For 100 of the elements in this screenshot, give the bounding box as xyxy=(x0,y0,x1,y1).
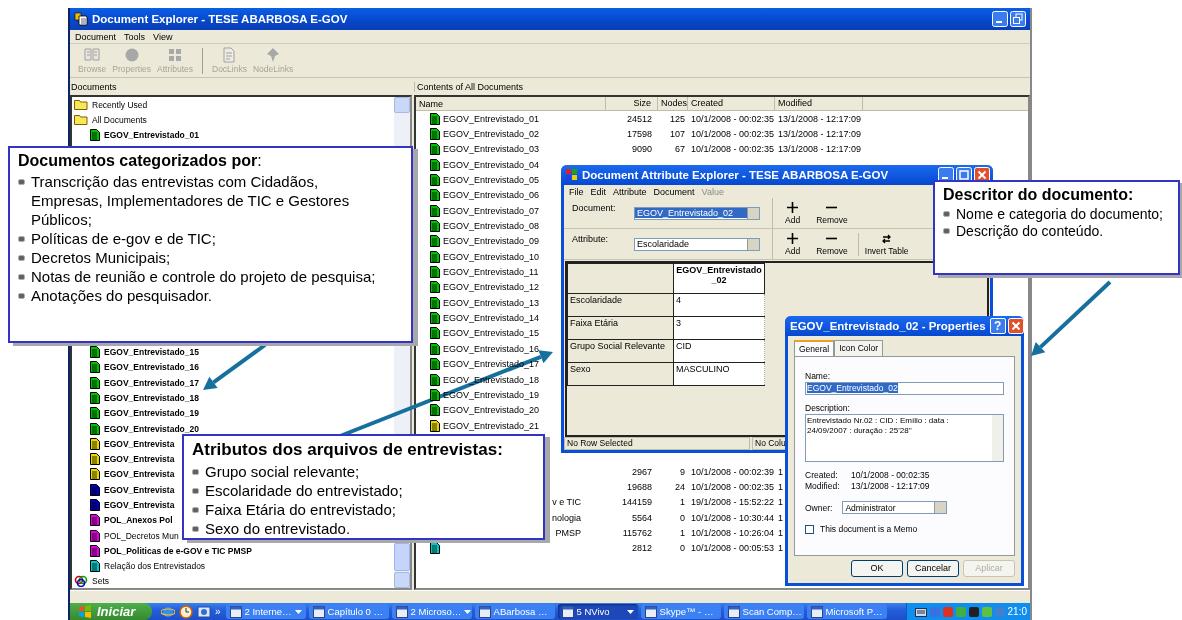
menu-item[interactable]: Document xyxy=(653,186,695,197)
tree-item[interactable]: EGOV_Entrevistado_15 xyxy=(104,347,199,358)
table-cell: v e TIC xyxy=(552,497,581,508)
taskbar-button[interactable]: ABarbosa … xyxy=(474,604,555,619)
keyboard-icon[interactable] xyxy=(914,606,927,617)
field-label: Modified: xyxy=(805,481,841,491)
column-header[interactable]: Size xyxy=(606,97,658,110)
name-field[interactable]: EGOV_Entrevistado_02 xyxy=(805,382,1004,395)
tree-item[interactable]: EGOV_Entrevista xyxy=(104,454,175,465)
dialog-button[interactable]: Cancelar xyxy=(907,560,959,577)
tree-item[interactable]: EGOV_Entrevista xyxy=(104,438,175,449)
window-icon[interactable] xyxy=(197,604,211,619)
taskbar-button[interactable]: Skype™ - … xyxy=(640,604,721,619)
close-button[interactable] xyxy=(1007,318,1024,334)
bullet-icon xyxy=(18,179,25,185)
tree-item[interactable]: Relação dos Entrevistados xyxy=(104,561,206,572)
minimize-button[interactable] xyxy=(992,11,1008,27)
column-header[interactable]: Modified xyxy=(775,97,863,110)
table-cell: 1 xyxy=(680,497,685,508)
tree-item[interactable]: POL_Decretos Mun xyxy=(104,530,179,541)
taskbar-button[interactable]: Microsoft P… xyxy=(806,604,887,619)
window-icon xyxy=(810,605,823,618)
tree-item[interactable]: EGOV_Entrevistado_17 xyxy=(104,377,199,388)
row-header[interactable]: Grupo Social Relevante xyxy=(567,339,674,363)
checkbox[interactable] xyxy=(805,524,814,534)
table-cell: EGOV_Entrevistado_19 xyxy=(443,389,540,400)
bullet-icon xyxy=(192,507,199,513)
globe-icon[interactable] xyxy=(161,604,175,619)
add-button[interactable]: Add xyxy=(779,232,807,256)
tree-item[interactable]: POL_Anexos Pol xyxy=(104,515,173,526)
callout-text: Decretos Municipais; xyxy=(31,248,171,267)
table-cell: EGOV_Entrevistado_04 xyxy=(443,159,540,170)
restore-button[interactable] xyxy=(1010,11,1026,27)
table-cell: 1 xyxy=(680,527,685,538)
overflow-button[interactable]: » xyxy=(215,606,221,617)
tree-item[interactable]: EGOV_Entrevistado_19 xyxy=(104,408,199,419)
menu-item[interactable]: File xyxy=(569,186,584,197)
table-cell: 9 xyxy=(680,466,685,477)
taskbar-button[interactable]: Capítulo 0 … xyxy=(308,604,389,619)
tree-item[interactable]: EGOV_Entrevista xyxy=(104,484,175,495)
taskbar-button[interactable]: Scan Comp… xyxy=(723,604,804,619)
bullet-icon xyxy=(192,488,199,494)
callout-title: Atributos dos arquivos de entrevistas: xyxy=(192,440,504,460)
row-header[interactable]: Escolaridade xyxy=(567,293,674,317)
table-cell: 24512 xyxy=(626,113,652,124)
column-header[interactable]: Nodes xyxy=(658,97,688,110)
tree-item[interactable]: EGOV_Entrevistado_01 xyxy=(104,130,199,141)
table-cell: 115762 xyxy=(622,527,652,538)
tab[interactable]: Icon Color xyxy=(834,340,883,356)
taskbar-button[interactable]: 2 Interne… xyxy=(225,604,306,619)
row-header[interactable]: Sexo xyxy=(567,362,674,386)
tree-item[interactable]: Recently Used xyxy=(92,99,148,110)
sets-icon xyxy=(74,575,88,588)
tree-item[interactable]: EGOV_Entrevistado_16 xyxy=(104,362,199,373)
tree-item[interactable]: EGOV_Entrevista xyxy=(104,469,175,480)
table-cell: 1 xyxy=(778,466,783,477)
tree-item[interactable]: EGOV_Entrevistado_18 xyxy=(104,392,199,403)
clock-icon[interactable] xyxy=(179,604,193,619)
menu-item[interactable]: View xyxy=(153,31,173,42)
menu-item[interactable]: Document xyxy=(75,31,117,42)
invert-table-button[interactable]: Invert Table xyxy=(857,232,915,256)
owner-dropdown[interactable]: Administrator xyxy=(842,501,948,514)
callout-text: Sexo do entrevistado. xyxy=(205,519,351,538)
callout-text: Grupo social relevante; xyxy=(205,462,360,481)
scroll-thumb[interactable] xyxy=(394,543,410,571)
table-cell: 17598 xyxy=(626,129,652,139)
tray-icon[interactable] xyxy=(968,606,979,617)
checkbox-label[interactable]: This document is a Memo xyxy=(820,524,918,534)
remove-button[interactable]: Remove xyxy=(810,232,854,256)
window-title: EGOV_Entrevistado_02 - Properties xyxy=(790,320,986,332)
tree-item[interactable]: All Documents xyxy=(92,114,147,125)
tree-item[interactable]: EGOV_Entrevista xyxy=(104,500,175,510)
table-cell: 1 xyxy=(778,543,783,554)
table-cell: 10/1/2008 - 00:02:35 xyxy=(691,481,775,492)
tree-item[interactable]: Sets xyxy=(92,576,109,587)
table-cell: 10/1/2008 - 00:02:35 xyxy=(691,129,775,139)
menu-item[interactable]: Tools xyxy=(124,31,146,42)
start-button[interactable]: Iniciar xyxy=(70,603,152,620)
window-title: Document Explorer - TESE ABARBOSA E-GOV xyxy=(92,13,348,25)
combo-box[interactable]: Escolaridade xyxy=(634,237,760,251)
add-button[interactable]: Add xyxy=(779,201,807,225)
help-button[interactable]: ? xyxy=(989,318,1006,334)
tree-item[interactable]: POL_Politicas de e-GOV e TIC PMSP xyxy=(104,545,252,556)
book-icon xyxy=(84,47,101,63)
column-header[interactable]: EGOV_Entrevistado_02 xyxy=(673,263,765,294)
taskbar-button[interactable]: 2 Microso… xyxy=(391,604,472,619)
menu-item[interactable]: Attribute xyxy=(613,186,647,197)
tab[interactable]: General xyxy=(794,340,835,356)
table-cell: 13/1/2008 - 12:17:09 xyxy=(778,129,862,139)
column-header[interactable]: Created xyxy=(688,97,775,110)
table-cell: 0 xyxy=(680,512,685,523)
combo-box[interactable]: EGOV_Entrevistado_02 xyxy=(634,206,760,220)
menu-item[interactable]: Edit xyxy=(590,186,607,197)
row-header[interactable]: Faixa Etária xyxy=(567,316,674,340)
remove-button[interactable]: Remove xyxy=(810,201,854,225)
dialog-button[interactable]: OK xyxy=(851,560,903,577)
taskbar-button[interactable]: 5 NVivo xyxy=(557,604,638,619)
table-cell: 13/1/2008 - 12:17:09 xyxy=(778,113,862,124)
tree-item[interactable]: EGOV_Entrevistado_20 xyxy=(104,423,199,434)
column-header[interactable]: Name xyxy=(416,97,606,110)
